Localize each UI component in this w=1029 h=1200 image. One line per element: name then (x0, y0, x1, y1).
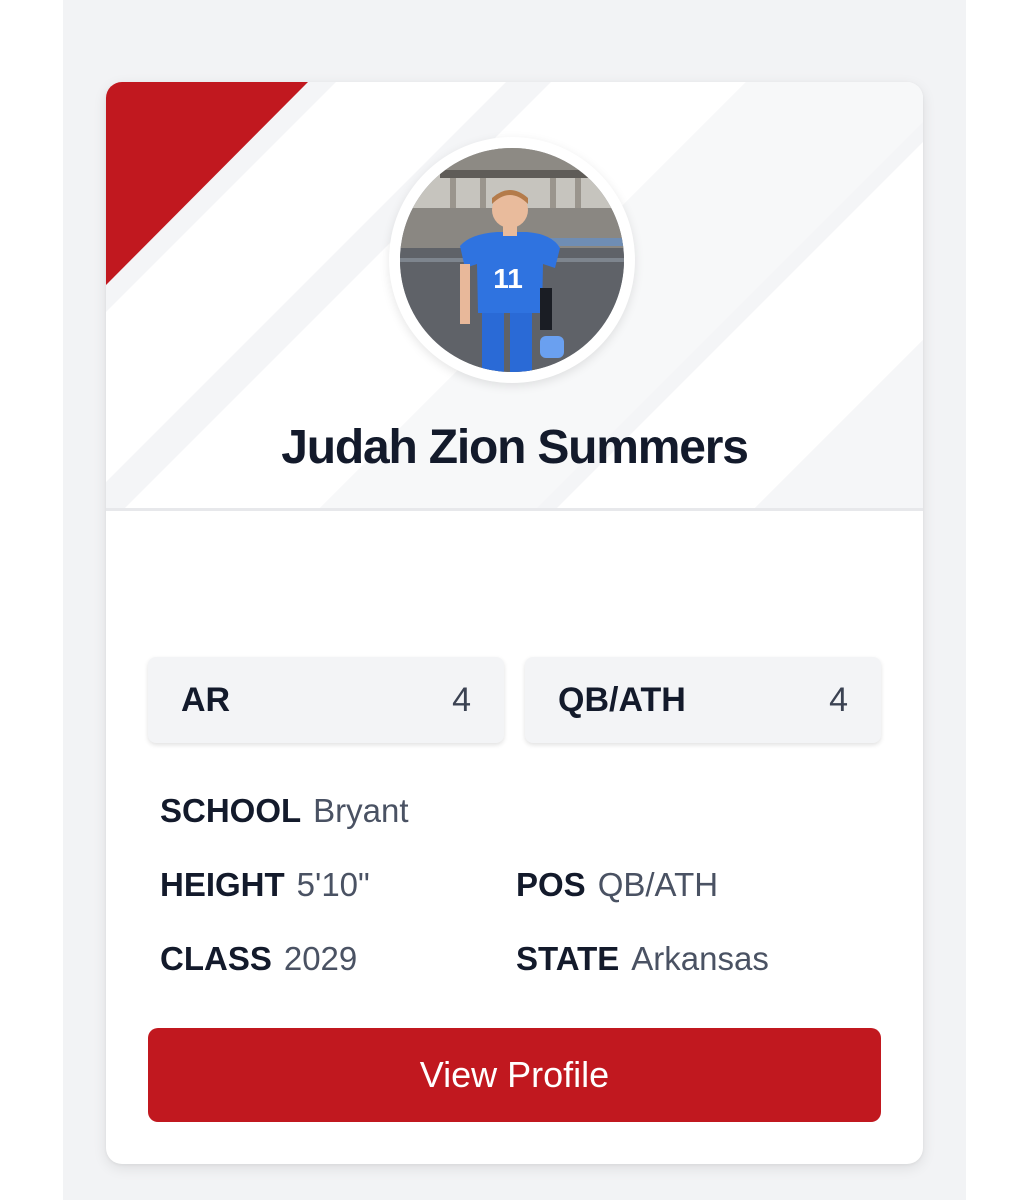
player-card: 11 Judah Zion Summers AR 4 QB/ATH 4 SCHO… (106, 82, 923, 1164)
player-name: Judah Zion Summers (281, 421, 749, 474)
position-rank-box: QB/ATH 4 (525, 657, 881, 743)
info-school-value: Bryant (313, 792, 409, 829)
state-rank-label: AR (181, 680, 231, 719)
position-rank-label: QB/ATH (558, 680, 686, 719)
info-pos-label: POS (516, 866, 586, 903)
info-state-label: STATE (516, 940, 620, 977)
info-height-value: 5'10" (296, 866, 370, 903)
info-school: SCHOOL Bryant (160, 792, 409, 830)
info-pos-value: QB/ATH (597, 866, 719, 903)
state-rank-box: AR 4 (148, 657, 504, 743)
card-header: 11 Judah Zion Summers (106, 82, 923, 511)
position-rank-value: 4 (829, 680, 848, 719)
info-state: STATE Arkansas (516, 940, 769, 978)
info-state-value: Arkansas (631, 940, 769, 977)
info-height: HEIGHT 5'10" (160, 866, 370, 904)
info-school-label: SCHOOL (160, 792, 302, 829)
info-class-label: CLASS (160, 940, 272, 977)
info-class-value: 2029 (283, 940, 358, 977)
state-rank-value: 4 (452, 680, 471, 719)
avatar-ring: 11 (389, 137, 635, 383)
info-pos: POS QB/ATH (516, 866, 718, 904)
view-profile-button[interactable]: View Profile (148, 1028, 881, 1122)
player-photo: 11 (400, 148, 624, 372)
info-class: CLASS 2029 (160, 940, 357, 978)
avatar[interactable]: 11 (400, 148, 624, 372)
jersey-number: 11 (493, 263, 523, 294)
info-height-label: HEIGHT (160, 866, 285, 903)
